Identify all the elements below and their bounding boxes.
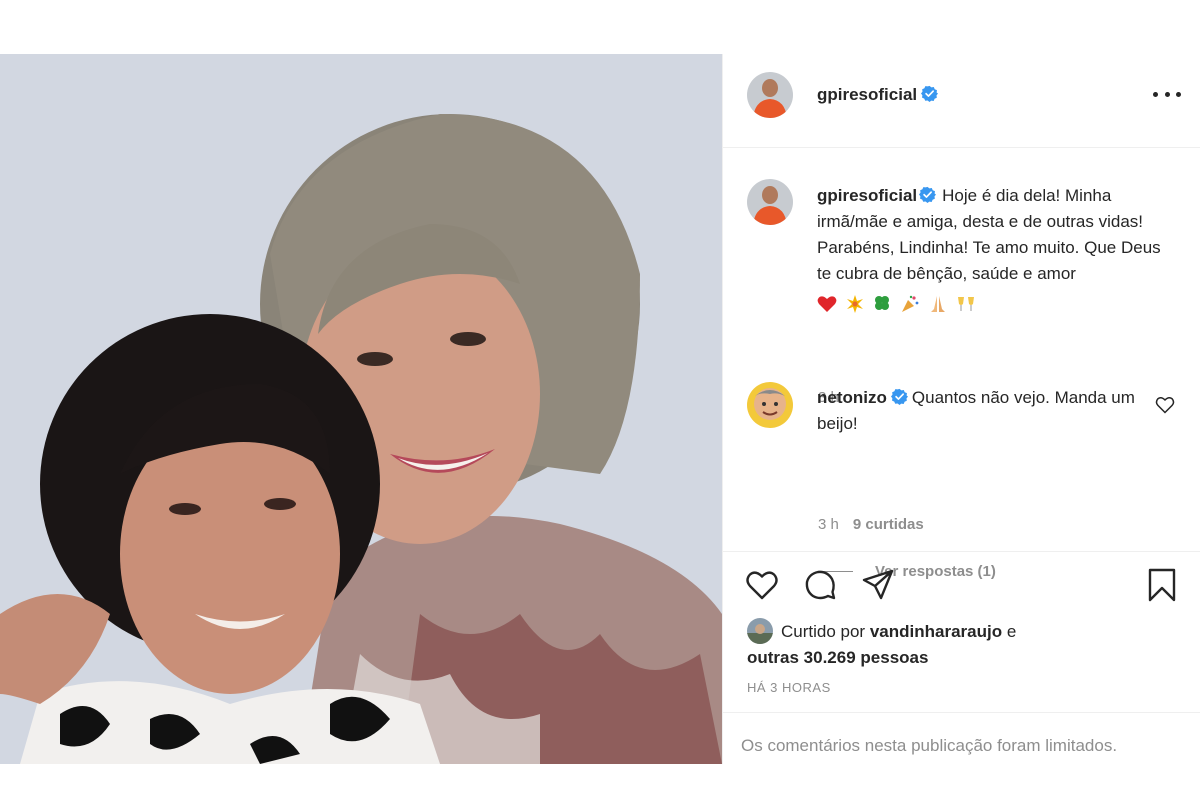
likes-count[interactable]: outras 30.269 pessoas — [747, 648, 928, 667]
commenter-avatar[interactable] — [747, 382, 793, 428]
comments-section: gpiresoficial Hoje é dia dela! Minha irmã… — [723, 149, 1200, 580]
liker-username[interactable]: vandinhararaujo — [870, 622, 1002, 641]
comment-meta: 3 h 9 curtidas — [818, 516, 924, 533]
post-header: gpiresoficial — [723, 54, 1200, 148]
caption-emojis — [817, 290, 979, 316]
author-avatar[interactable] — [747, 72, 793, 118]
comment: netonizo Quantos não vejo. Manda um beijo… — [817, 385, 1147, 437]
post-panel: gpiresoficial gpiresoficial Hoje é dia de… — [722, 54, 1200, 764]
comment-icon[interactable] — [803, 568, 837, 602]
folded-hands-icon — [930, 295, 945, 312]
red-heart-icon — [817, 295, 837, 312]
caption-username[interactable]: gpiresoficial — [817, 186, 917, 205]
verified-badge-icon — [919, 186, 937, 203]
post-photo[interactable] — [0, 54, 722, 764]
author-username[interactable]: gpiresoficial — [817, 85, 939, 105]
commenter-username[interactable]: netonizo — [817, 388, 887, 407]
comment-likes[interactable]: 9 curtidas — [853, 516, 924, 533]
liked-by-joiner: e — [1006, 622, 1017, 641]
four-leaf-clover-icon — [875, 295, 890, 310]
comment-time: 3 h — [818, 516, 839, 533]
post-image — [0, 54, 722, 764]
sparkle-icon — [846, 294, 863, 313]
post-caption: gpiresoficial Hoje é dia dela! Minha irmã… — [817, 183, 1177, 316]
liked-by-prefix: Curtido por — [781, 622, 866, 641]
share-icon[interactable] — [861, 568, 895, 602]
clinking-glasses-icon — [957, 296, 974, 311]
liked-by: Curtido por vandinhararaujo e outras 30.… — [747, 618, 1167, 671]
comments-limited-bar: Os comentários nesta publicação foram li… — [723, 712, 1200, 768]
heart-icon[interactable] — [745, 568, 779, 602]
more-options-button[interactable] — [1153, 84, 1181, 104]
bookmark-icon[interactable] — [1145, 568, 1179, 602]
party-popper-icon — [902, 295, 919, 312]
comments-limited-text: Os comentários nesta publicação foram li… — [741, 736, 1118, 755]
caption-author-avatar[interactable] — [747, 179, 793, 225]
verified-badge-icon — [921, 85, 939, 102]
verified-badge-icon — [890, 388, 908, 405]
like-comment-heart-icon[interactable] — [1155, 395, 1175, 415]
post-actions: Curtido por vandinhararaujo e outras 30.… — [723, 551, 1200, 767]
liker-avatar[interactable] — [747, 618, 773, 644]
post-timestamp[interactable]: HÁ 3 HORAS — [747, 680, 831, 695]
